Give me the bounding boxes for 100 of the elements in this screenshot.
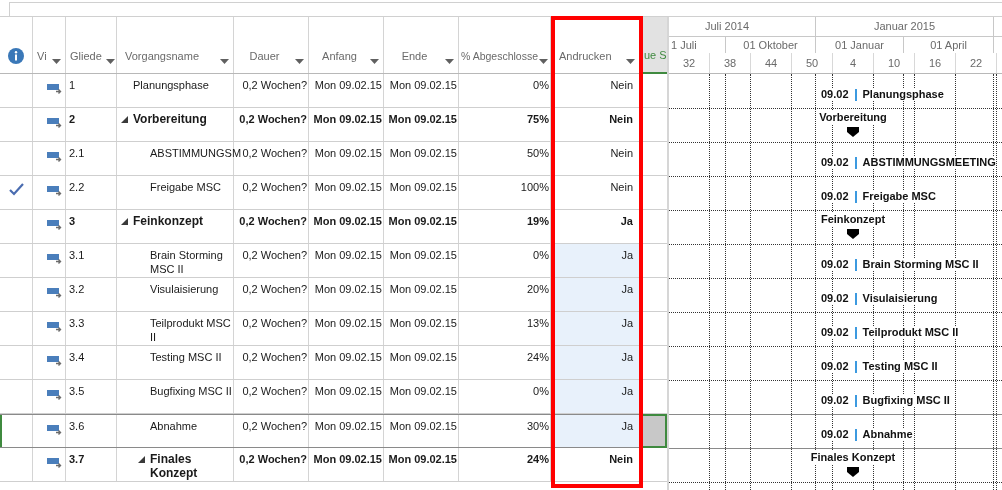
column-header[interactable]: Vorgangsname [121,49,199,64]
duration-value: 0,2 Wochen? [242,419,307,434]
date-value: Mon 09.02.15 [388,452,457,467]
task-bar-icon [854,258,857,271]
task-mode-icon [47,355,63,366]
duration-value: 0,2 Wochen? [239,452,307,467]
task-bar-icon [854,394,857,407]
outline-number: 3.6 [69,420,85,432]
column-header[interactable]: Andrucken [555,49,612,64]
outline-number: 2.1 [69,147,85,159]
dropdown-caret-icon[interactable] [539,59,548,64]
print-label: Ja [621,316,633,331]
outline-number: 2.2 [69,181,85,193]
duration-value: 0,2 Wochen? [242,384,307,399]
print-label: Ja [621,350,633,365]
gantt-label: Planungsphase [862,88,944,101]
duration-value: 0,2 Wochen? [239,214,307,229]
summary-marker-icon [847,229,859,239]
outline-number: 3.4 [69,351,85,363]
dropdown-caret-icon[interactable] [626,59,635,64]
summary-marker-icon [847,467,859,477]
task-name: Vorbereitung [133,112,207,126]
date-value: Mon 09.02.15 [389,248,457,263]
timescale-label: 22 [969,55,983,71]
timescale-label: Januar 2015 [873,19,936,35]
print-label: Nein [609,452,633,467]
summary-marker-icon [847,127,859,137]
date-value: Mon 09.02.15 [314,316,382,331]
duration-value: 0,2 Wochen? [242,248,307,263]
duration-value: 0,2 Wochen? [242,180,307,195]
collapse-triangle-icon[interactable] [138,456,145,463]
gantt-date: 09.02 [821,258,849,271]
gantt-label: Bugfixing MSC II [862,394,950,407]
column-header[interactable]: Ende [388,49,441,64]
column-header[interactable]: Gliede [70,49,102,64]
outline-number: 3.2 [69,283,85,295]
print-label: Ja [621,419,633,434]
date-value: Mon 09.02.15 [314,78,382,93]
percent-complete: 100% [520,180,549,195]
task-mode-icon [47,287,63,298]
gantt-label: Freigabe MSC [862,190,936,203]
gantt-label: Visulaisierung [862,292,938,305]
timescale-label: 4 [849,55,857,71]
percent-complete: 19% [526,214,549,229]
column-header[interactable]: Vi [37,49,47,64]
date-value: Mon 09.02.15 [313,452,382,467]
task-bar-icon [854,292,857,305]
outline-number: 3 [69,215,76,227]
gantt-label: Feinkonzept [820,213,886,226]
task-name: Feinkonzept [133,214,203,228]
gantt-date: 09.02 [821,190,849,203]
percent-complete: 13% [526,316,549,331]
gantt-label: Vorbereitung [819,111,887,124]
task-bar-icon [854,190,857,203]
gantt-date: 09.02 [821,360,849,373]
print-label: Nein [610,180,633,195]
task-bar-icon [854,360,857,373]
task-mode-icon [47,457,63,468]
gantt-date: 09.02 [821,88,849,101]
outline-number: 1 [69,79,76,91]
print-label: Nein [610,78,633,93]
percent-complete: 30% [526,419,549,434]
percent-complete: 24% [526,350,549,365]
date-value: Mon 09.02.15 [388,112,457,127]
column-header[interactable]: Anfang [313,49,366,64]
task-name: Testing MSC II [150,350,222,364]
date-value: Mon 09.02.15 [389,180,457,195]
column-header[interactable]: % Abgeschlosse [461,49,539,64]
duration-value: 0,2 Wochen? [242,146,307,161]
dropdown-caret-icon[interactable] [105,59,115,64]
column-header[interactable]: Dauer [238,49,291,64]
dropdown-caret-icon[interactable] [220,59,229,64]
print-label: Nein [609,112,633,127]
date-value: Mon 09.02.15 [388,214,457,229]
task-mode-icon [47,253,63,264]
timescale-label: 16 [928,55,942,71]
task-name: Freigabe MSC [150,180,221,194]
task-mode-icon [47,151,63,162]
percent-complete: 24% [526,452,549,467]
task-name: Planungsphase [133,78,209,92]
collapse-triangle-icon[interactable] [121,116,128,123]
dropdown-caret-icon[interactable] [52,59,61,64]
outline-number: 3.3 [69,317,85,329]
timescale-label: 10 [887,55,901,71]
task-name: Visulaisierung [150,282,219,296]
date-value: Mon 09.02.15 [314,384,382,399]
dropdown-caret-icon[interactable] [370,59,379,64]
task-name: Teilprodukt MSC II [150,316,232,344]
gantt-label: Abnahme [862,428,913,441]
dropdown-caret-icon[interactable] [445,59,454,64]
timescale-label: 1 Juli [671,37,697,53]
duration-value: 0,2 Wochen? [242,282,307,297]
date-value: Mon 09.02.15 [313,112,382,127]
dropdown-caret-icon[interactable] [295,59,304,64]
date-value: Mon 09.02.15 [389,419,457,434]
gantt-date: 09.02 [821,428,849,441]
collapse-triangle-icon[interactable] [121,218,128,225]
print-label: Ja [621,248,633,263]
print-label: Nein [610,146,633,161]
gantt-label: Finales Konzept [810,451,896,464]
